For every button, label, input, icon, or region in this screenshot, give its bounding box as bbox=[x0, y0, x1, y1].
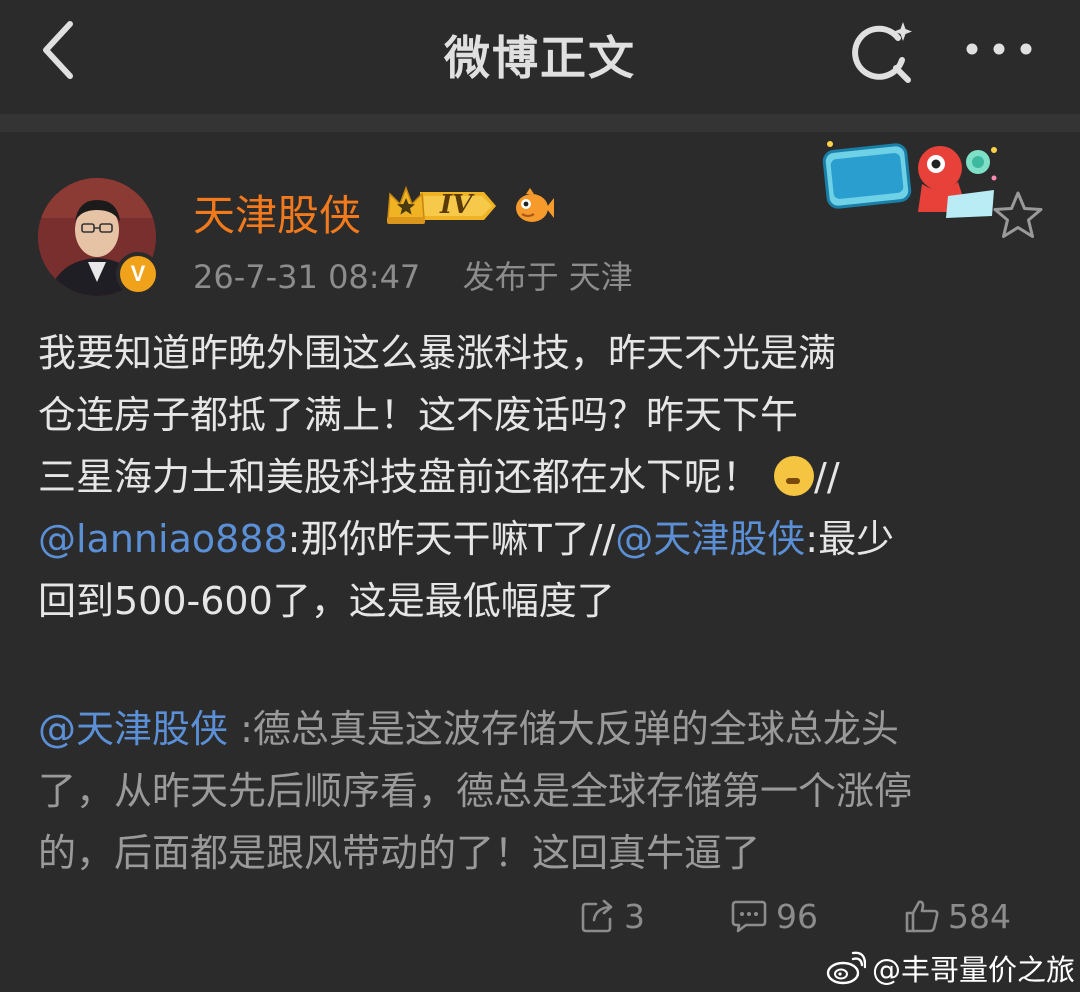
more-button[interactable] bbox=[960, 26, 1038, 72]
weibo-logo-icon bbox=[826, 951, 866, 985]
comment-icon bbox=[731, 900, 767, 933]
watermark-text: @丰哥量价之旅 bbox=[872, 953, 1076, 987]
repost-button[interactable]: 3 bbox=[580, 894, 645, 938]
like-count: 584 bbox=[948, 896, 1011, 936]
like-button[interactable]: 584 bbox=[904, 894, 1011, 938]
favorite-button[interactable] bbox=[990, 188, 1046, 244]
post-text: :最少 bbox=[805, 517, 895, 561]
quote-text: :德总真是这波存储大反弹的全球总龙头 bbox=[228, 707, 899, 751]
post-line: 三星海力士和美股科技盘前还都在水下呢！ // bbox=[38, 446, 1048, 508]
post-line: 回到500-600了，这是最低幅度了 bbox=[38, 579, 615, 623]
star-icon bbox=[993, 191, 1043, 238]
search-sparkle-icon bbox=[852, 22, 912, 83]
level-text: IV bbox=[440, 190, 473, 220]
post-line: @lanniao888:那你昨天干嘛T了//@天津股侠:最少 bbox=[38, 508, 1048, 570]
post-meta: 26-7-31 08:47 发布于 天津 bbox=[193, 252, 633, 298]
post-location: 发布于 天津 bbox=[462, 258, 633, 296]
post-timestamp: 26-7-31 08:47 bbox=[193, 258, 421, 296]
quoted-post[interactable]: @天津股侠 :德总真是这波存储大反弹的全球总龙头 了，从昨天先后顺序看，德总是全… bbox=[38, 698, 1048, 884]
more-dots-icon bbox=[966, 43, 1032, 55]
repost-count: 3 bbox=[624, 896, 645, 936]
post-body: 我要知道昨晚外围这么暴涨科技，昨天不光是满 仓连房子都抵了满上！这不废话吗？昨天… bbox=[38, 322, 1048, 632]
verified-badge: V bbox=[116, 252, 160, 296]
weibo-post-page: 微博正文 V 天津股侠 IV 26-7-31 08:47 发布于 天津 我要知道… bbox=[0, 0, 1080, 992]
shush-emoji-icon bbox=[774, 456, 815, 496]
repost-icon bbox=[581, 899, 613, 933]
mention-link[interactable]: @lanniao888 bbox=[38, 517, 288, 561]
comment-button[interactable]: 96 bbox=[730, 894, 818, 938]
comment-count: 96 bbox=[776, 896, 818, 936]
author-name[interactable]: 天津股侠 bbox=[193, 182, 361, 243]
post-line: 仓连房子都抵了满上！这不废话吗？昨天下午 bbox=[38, 393, 799, 437]
search-button[interactable] bbox=[846, 16, 916, 86]
page-title: 微博正文 bbox=[444, 31, 636, 85]
member-level-badge[interactable]: IV bbox=[384, 184, 500, 228]
watermark: @丰哥量价之旅 bbox=[826, 948, 1075, 988]
section-divider bbox=[0, 114, 1080, 132]
post-text: :那你昨天干嘛T了// bbox=[287, 517, 616, 561]
repost-separator: // bbox=[814, 455, 840, 499]
holiday-sticker[interactable] bbox=[818, 134, 1000, 226]
post-line: 我要知道昨晚外围这么暴涨科技，昨天不光是满 bbox=[38, 331, 837, 375]
quote-line: @天津股侠 :德总真是这波存储大反弹的全球总龙头 bbox=[38, 698, 1048, 760]
mention-link[interactable]: @天津股侠 bbox=[615, 517, 805, 561]
like-icon bbox=[905, 900, 939, 933]
quote-line: 了，从昨天先后顺序看，德总是全球存储第一个涨停 bbox=[38, 769, 913, 813]
quote-line: 的，后面都是跟风带动的了！这回真牛逼了 bbox=[38, 831, 761, 875]
fish-icon bbox=[512, 186, 554, 226]
mention-link[interactable]: @天津股侠 bbox=[38, 707, 228, 751]
holiday-sticker-icon bbox=[822, 141, 997, 218]
post-text: 三星海力士和美股科技盘前还都在水下呢！ bbox=[38, 455, 761, 499]
top-bar: 微博正文 bbox=[0, 0, 1080, 100]
